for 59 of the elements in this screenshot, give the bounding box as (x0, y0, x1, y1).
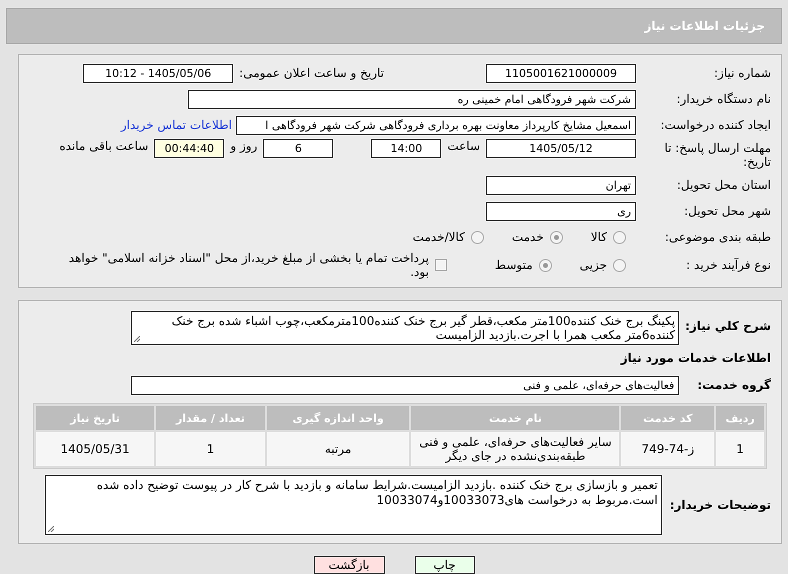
field-label: تاریخ و ساعت اعلان عمومی: (239, 66, 384, 80)
need-number-field: 1105001621000009 (486, 64, 636, 82)
column-header: کد خدمت (621, 406, 714, 430)
buyer-notes-field[interactable]: تعمیر و بازسازی برج خنک کننده .بازدید الزامیست.شرایط سامانه و بازدید با شرح کار در پیوست توضیح داده شده است.مربوط به درخواست های10033073و10033074 (44, 475, 662, 535)
page-title: جزئیات اطلاعات نیاز (644, 19, 765, 33)
column-header: ردیف (716, 406, 764, 430)
field-label: توضیحات خریدار: (670, 498, 772, 512)
field-label: شماره نیاز: (713, 66, 772, 80)
option-label: کالا/خدمت (412, 230, 465, 244)
column-header: تاریخ نیاز (36, 406, 154, 430)
radio-button[interactable] (613, 230, 626, 244)
resize-grip-icon[interactable] (48, 526, 54, 532)
time-label: ساعت (447, 139, 480, 153)
field-label: گروه خدمت: (697, 378, 772, 392)
field-label: نام دستگاه خریدار: (676, 92, 772, 106)
option-label: پرداخت تمام یا بخشی از مبلغ خرید،از محل "اسناد خزانه اسلامی" خواهد بود. (68, 251, 429, 279)
remaining-time-field: 00:44:40 (154, 139, 224, 158)
column-header: تعداد / مقدار (156, 406, 265, 430)
option-label: کالا (590, 230, 607, 244)
section-title: اطلاعات خدمات مورد نياز (619, 351, 772, 365)
table-cell: ز-74-749 (621, 432, 714, 466)
back-button[interactable]: بازگشت (314, 556, 384, 574)
column-header: نام خدمت (411, 406, 620, 430)
requester-field: اسمعیل مشایخ کارپرداز معاونت بهره برداری فرودگاهی شرکت شهر فرودگاهی ا (236, 116, 636, 134)
time-field: 14:00 (371, 139, 442, 158)
table-cell: 1405/05/31 (36, 432, 154, 466)
resize-grip-icon[interactable] (134, 336, 140, 342)
contact-link[interactable]: اطلاعات تماس خریدار (120, 118, 232, 132)
remaining-label: ساعت باقی مانده (59, 139, 148, 153)
field-label: استان محل تحویل: (676, 178, 772, 192)
table-cell: 1 (716, 432, 764, 466)
city-field: ری (486, 202, 636, 220)
radio-button[interactable] (613, 258, 626, 272)
field-label: مهلت ارسال پاسخ: تا تاریخ: (663, 140, 772, 169)
field-label: شهر محل تحویل: (683, 204, 772, 218)
radio-button[interactable] (470, 230, 484, 244)
field-label: شرح کلي نياز: (685, 318, 772, 333)
column-header: واحد اندازه گیری (266, 406, 410, 430)
deadline-date-field: 1405/05/12 (486, 139, 636, 158)
description-field[interactable]: پکینگ برج خنک کننده100متر مکعب،قطر گیر برج خنک کننده100مترمکعب،چوب اشباء شده برج خنک کننده6متر مکعب همرا با اجرت.بازدید الزامیست (131, 311, 680, 345)
option-label: متوسط (494, 258, 533, 272)
buyer-field: شرکت شهر فرودگاهی امام خمینی ره (188, 90, 636, 108)
option-label: خدمت (512, 230, 544, 244)
field-label: طبقه بندی موضوعی: (664, 230, 772, 244)
checkbox[interactable] (434, 259, 447, 271)
field-label: ایجاد کننده درخواست: (659, 118, 772, 132)
radio-button[interactable] (550, 230, 563, 244)
table-cell: سایر فعالیت‌های حرفه‌ای، علمی و فنی طبقه‌بندی‌نشده در جای دیگر (411, 432, 620, 466)
print-button[interactable]: چاپ (414, 556, 474, 574)
service-group-field: فعالیت‌های حرفه‌ای، علمی و فنی (131, 376, 680, 394)
announce-date-field: 1405/05/06 - 10:12 (83, 64, 234, 82)
province-field: تهران (486, 176, 636, 194)
field-label: نوع فرآیند خرید : (685, 258, 772, 272)
table-cell: 1 (156, 432, 265, 466)
radio-button[interactable] (538, 258, 552, 272)
table-cell: مرتبه (266, 432, 410, 466)
days-label: روز و (230, 139, 258, 153)
days-field: 6 (263, 139, 334, 158)
option-label: جزیی (580, 258, 608, 272)
